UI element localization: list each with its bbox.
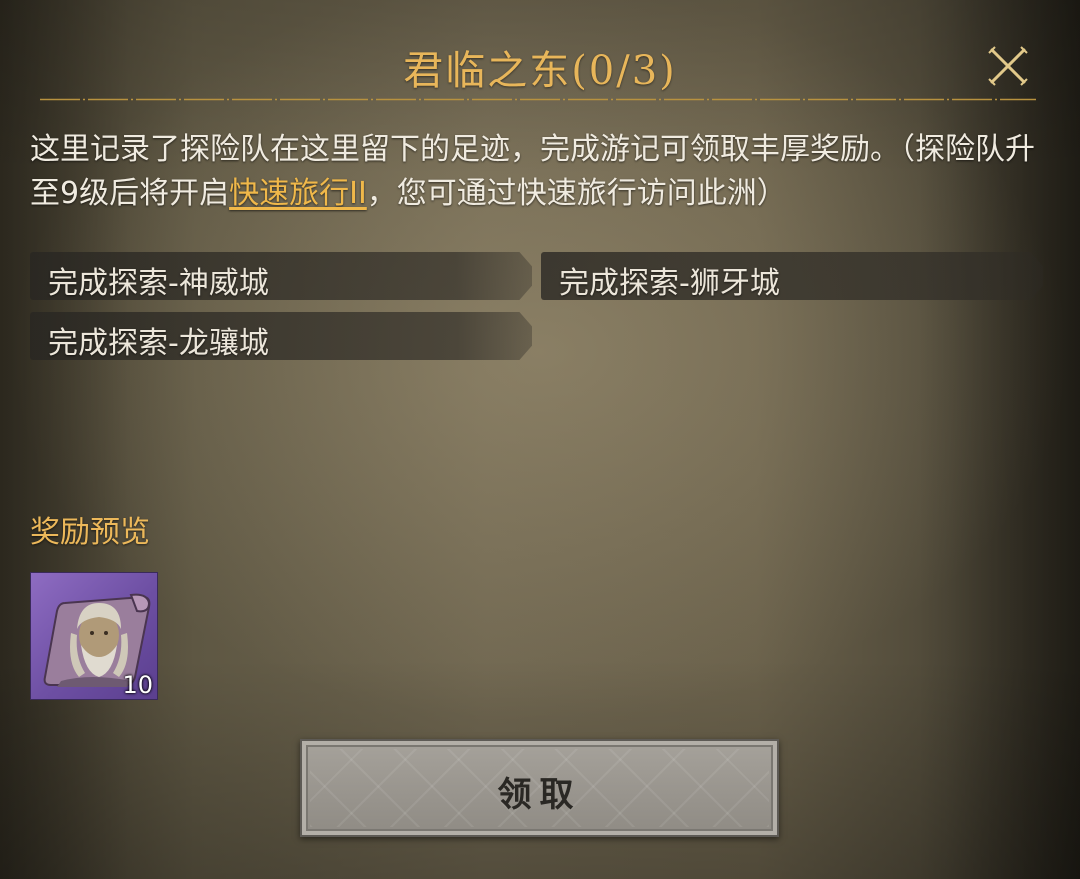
close-button[interactable]: [984, 42, 1032, 90]
task-label: 完成探索-龙骧城: [48, 326, 269, 361]
reward-item[interactable]: 10: [30, 572, 158, 700]
claim-button-label: 领取: [497, 775, 582, 815]
reward-preview-title: 奖励预览: [30, 515, 150, 550]
description-text-after: ，您可通过快速旅行访问此洲）: [366, 176, 787, 211]
header: 君临之东(0/3): [0, 0, 1080, 110]
task-item: 完成探索-神威城: [30, 252, 532, 300]
reward-count: 10: [122, 671, 153, 699]
page-title: 君临之东(0/3): [403, 48, 677, 94]
task-label: 完成探索-神威城: [48, 266, 269, 301]
description: 这里记录了探险队在这里留下的足迹，完成游记可领取丰厚奖励。（探险队升至9级后将开…: [30, 128, 1040, 216]
title-divider: [40, 98, 1036, 101]
close-x-icon: [988, 46, 1028, 86]
task-item: 完成探索-狮牙城: [541, 252, 1043, 300]
task-item: 完成探索-龙骧城: [30, 312, 532, 360]
task-label: 完成探索-狮牙城: [559, 266, 780, 301]
fast-travel-link[interactable]: 快速旅行II: [229, 176, 367, 211]
claim-button[interactable]: 领取: [300, 739, 779, 837]
